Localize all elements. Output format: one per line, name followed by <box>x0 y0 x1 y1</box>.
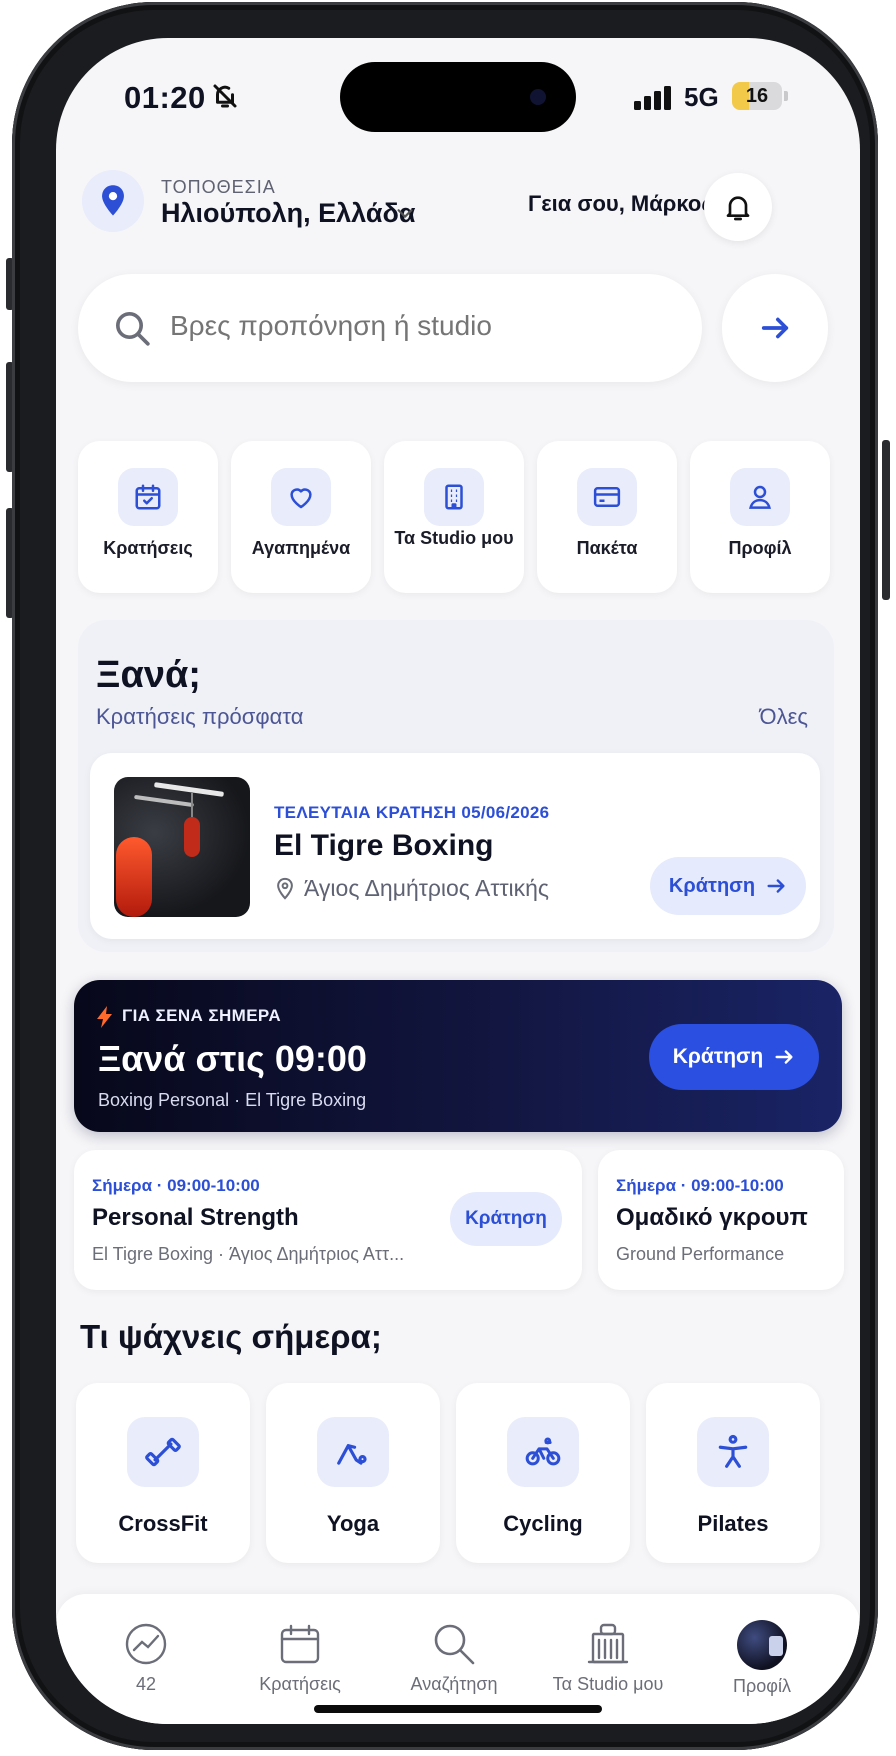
battery-indicator: 16 <box>732 82 782 110</box>
session-card[interactable]: Σήμερα · 09:00-10:00 Personal Strength E… <box>74 1150 582 1290</box>
avatar <box>737 1620 787 1670</box>
recent-bookings-section: Ξανά; Κρατήσεις πρόσφατα Όλες ΤΕΛΕΥΤΑΙΑ … <box>78 620 834 952</box>
arrow-right-icon <box>767 879 785 893</box>
category-yoga[interactable]: Yoga <box>266 1383 440 1563</box>
network-type: 5G <box>684 82 719 112</box>
building-icon <box>424 468 484 526</box>
heart-icon <box>271 468 331 526</box>
tab-my-studios[interactable]: Τα Studio μου <box>528 1620 688 1695</box>
bicycle-icon <box>507 1417 579 1487</box>
greeting-text: Γεια σου, Μάρκος <box>528 191 713 216</box>
quick-action-bookings[interactable]: Κρατήσεις <box>78 441 218 593</box>
tab-label: Τα Studio μου <box>552 1674 664 1694</box>
category-crossfit[interactable]: CrossFit <box>76 1383 250 1563</box>
studio-thumbnail <box>114 777 250 917</box>
quick-action-label: Αγαπημένα <box>251 538 351 558</box>
section-subtitle: Κρατήσεις πρόσφατα <box>96 704 304 729</box>
phone-frame: 01:20 5G 16 ΤΟΠΟΘΕΣΙΑ Ηλιούπολη, Ελλάδα … <box>12 2 878 1750</box>
quick-action-my-studios[interactable]: Τα Studio μου <box>384 441 524 593</box>
quick-action-favorites[interactable]: Αγαπημένα <box>231 441 371 593</box>
search-submit-button[interactable] <box>722 274 828 382</box>
session-time: Σήμερα · 09:00-10:00 <box>616 1176 784 1195</box>
category-pilates[interactable]: Pilates <box>646 1383 820 1563</box>
power-button <box>882 440 890 600</box>
category-cycling[interactable]: Cycling <box>456 1383 630 1563</box>
status-time: 01:20 <box>124 80 206 115</box>
button-label: Κράτηση <box>672 1045 764 1068</box>
quick-action-label: Τα Studio μου <box>394 528 514 548</box>
last-booking-date: ΤΕΛΕΥΤΑΙΑ ΚΡΑΤΗΣΗ 05/06/2026 <box>274 803 550 822</box>
lightning-icon <box>97 1006 112 1028</box>
button-label: Κράτηση <box>668 874 756 897</box>
notifications-button[interactable] <box>704 173 772 241</box>
dumbbell-icon <box>127 1417 199 1487</box>
search-icon <box>116 312 150 346</box>
quick-action-label: Προφίλ <box>728 538 792 558</box>
tab-label: Κρατήσεις <box>259 1674 341 1694</box>
banner-kicker: ΓΙΑ ΣΕΝΑ ΣΗΜΕΡΑ <box>122 1006 282 1025</box>
session-time: Σήμερα · 09:00-10:00 <box>92 1176 260 1195</box>
calendar-check-icon <box>118 468 178 526</box>
calendar-icon <box>280 1624 320 1664</box>
quick-action-label: Πακέτα <box>576 538 638 558</box>
tab-search[interactable]: Αναζήτηση <box>374 1620 534 1695</box>
bell-muted-icon <box>213 84 237 108</box>
session-place: El Tigre Boxing · Άγιος Δημήτριος Αττ... <box>92 1244 405 1264</box>
see-all-link[interactable]: Όλες <box>760 704 808 730</box>
quick-action-label: Κρατήσεις <box>103 538 193 558</box>
tab-bookings[interactable]: Κρατήσεις <box>220 1620 380 1695</box>
banner-book-button[interactable]: Κράτηση <box>649 1024 819 1090</box>
studio-address: Άγιος Δημήτριος Αττικής <box>304 875 550 901</box>
tab-profile[interactable]: Προφίλ <box>682 1620 842 1697</box>
camera-icon <box>530 89 546 105</box>
search-bar[interactable] <box>78 274 702 382</box>
session-card[interactable]: Σήμερα · 09:00-10:00 Ομαδικό γκρουπ Grou… <box>598 1150 844 1290</box>
studio-name: El Tigre Boxing <box>274 829 494 862</box>
yoga-icon <box>317 1417 389 1487</box>
search-icon <box>434 1624 475 1665</box>
battery-cap <box>784 91 788 101</box>
category-label: Pilates <box>697 1511 769 1536</box>
banner-subtitle: Boxing Personal · El Tigre Boxing <box>98 1090 367 1110</box>
section-title: Ξανά; <box>96 654 201 696</box>
home-indicator[interactable] <box>314 1705 602 1713</box>
session-book-button[interactable]: Κράτηση <box>450 1192 562 1246</box>
today-suggestion-banner[interactable]: ΓΙΑ ΣΕΝΑ ΣΗΜΕΡΑ Ξανά στις 09:00 Boxing P… <box>74 980 842 1132</box>
app-screen: 01:20 5G 16 ΤΟΠΟΘΕΣΙΑ Ηλιούπολη, Ελλάδα … <box>56 38 860 1724</box>
category-label: Cycling <box>503 1511 583 1536</box>
categories-title: Τι ψάχνεις σήμερα; <box>80 1318 382 1355</box>
tab-label: 42 <box>135 1674 157 1694</box>
category-label: Yoga <box>326 1511 380 1536</box>
user-icon <box>730 468 790 526</box>
session-name: Personal Strength <box>92 1204 299 1231</box>
signal-icon <box>634 86 671 110</box>
session-place: Ground Performance <box>616 1244 785 1264</box>
book-again-button[interactable]: Κράτηση <box>650 857 806 915</box>
location-selector[interactable]: Ηλιούπολη, Ελλάδα <box>161 198 415 229</box>
quick-action-profile[interactable]: Προφίλ <box>690 441 830 593</box>
category-label: CrossFit <box>118 1511 208 1536</box>
tab-activity[interactable]: 42 <box>66 1620 226 1695</box>
banner-title: Ξανά στις 09:00 <box>98 1038 367 1079</box>
arrow-right-icon <box>761 317 789 339</box>
session-name: Ομαδικό γκρουπ <box>616 1204 808 1231</box>
tab-label: Προφίλ <box>733 1676 791 1696</box>
quick-action-packages[interactable]: Πακέτα <box>537 441 677 593</box>
map-pin-icon <box>102 185 124 216</box>
location-label: ΤΟΠΟΘΕΣΙΑ <box>161 177 276 197</box>
dynamic-island <box>340 62 576 132</box>
arrow-right-icon <box>775 1050 793 1064</box>
chevron-down-icon[interactable] <box>394 202 416 224</box>
tab-label: Αναζήτηση <box>410 1674 498 1694</box>
bell-icon <box>726 196 750 221</box>
studio-icon <box>587 1623 629 1664</box>
credit-card-icon <box>577 468 637 526</box>
recent-studio-card[interactable]: ΤΕΛΕΥΤΑΙΑ ΚΡΑΤΗΣΗ 05/06/2026 El Tigre Bo… <box>90 753 820 939</box>
pilates-icon <box>697 1417 769 1487</box>
activity-gauge-icon <box>125 1623 167 1665</box>
map-pin-icon <box>277 877 293 900</box>
search-input[interactable] <box>170 310 670 342</box>
location-pin-button[interactable] <box>82 170 144 232</box>
